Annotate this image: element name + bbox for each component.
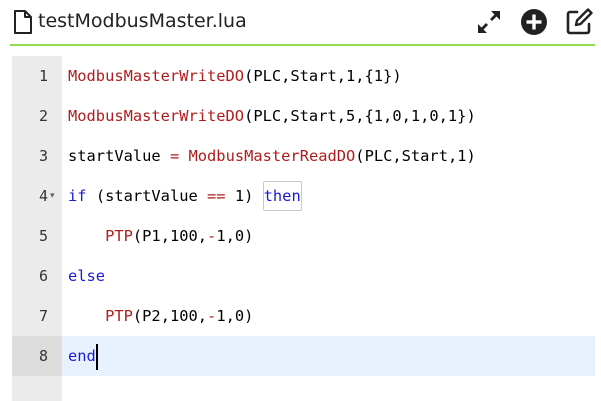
code-line[interactable]: 5 PTP(P1,100,-1,0) bbox=[12, 216, 595, 256]
code-text: if (startValue == 1) then bbox=[68, 176, 302, 216]
edit-icon bbox=[566, 8, 593, 35]
code-token: (PLC,Start,1) bbox=[355, 147, 476, 165]
code-token: - bbox=[207, 227, 217, 245]
code-text: end bbox=[68, 336, 96, 376]
code-token: ModbusMasterWriteDO bbox=[68, 107, 245, 125]
header-divider bbox=[10, 44, 595, 46]
code-text: startValue = ModbusMasterReadDO(PLC,Star… bbox=[68, 136, 476, 176]
editor-header: testModbusMaster.lua bbox=[0, 0, 601, 44]
expand-icon bbox=[478, 11, 500, 33]
code-text: ModbusMasterWriteDO(PLC,Start,5,{1,0,1,0… bbox=[68, 96, 476, 136]
file-icon bbox=[14, 10, 32, 34]
code-token: ModbusMasterReadDO bbox=[188, 147, 356, 165]
code-token: (PLC,Start,5,{1,0,1,0,1}) bbox=[244, 107, 476, 125]
code-token: else bbox=[68, 267, 106, 285]
code-token: == bbox=[207, 187, 226, 205]
code-line[interactable]: 2 ModbusMasterWriteDO(PLC,Start,5,{1,0,1,… bbox=[12, 96, 595, 136]
line-number: 2 bbox=[38, 107, 48, 125]
code-token: PTP bbox=[105, 227, 133, 245]
code-line[interactable]: 8 end bbox=[12, 336, 595, 376]
line-number: 5 bbox=[38, 227, 48, 245]
line-number: 1 bbox=[38, 67, 48, 85]
code-token: - bbox=[207, 307, 217, 325]
line-number: 7 bbox=[38, 307, 48, 325]
plus-circle-icon bbox=[521, 9, 547, 35]
code-token: 1,0) bbox=[216, 227, 254, 245]
code-token: (startValue bbox=[86, 187, 208, 205]
code-token: (PLC,Start,1,{1}) bbox=[244, 67, 402, 85]
code-text: PTP(P2,100,-1,0) bbox=[68, 296, 253, 336]
line-number: 8 bbox=[38, 347, 48, 365]
file-name: testModbusMaster.lua bbox=[38, 10, 247, 32]
code-token: startValue bbox=[68, 147, 170, 165]
code-token: PTP bbox=[105, 307, 133, 325]
code-token: 1,0) bbox=[216, 307, 254, 325]
fold-toggle-icon[interactable]: ▾ bbox=[50, 176, 60, 216]
line-number: 6 bbox=[38, 267, 48, 285]
code-token: ModbusMasterWriteDO bbox=[68, 67, 245, 85]
line-number: 4 bbox=[38, 187, 48, 205]
code-text: PTP(P1,100,-1,0) bbox=[68, 216, 253, 256]
code-line[interactable]: 7 PTP(P2,100,-1,0) bbox=[12, 296, 595, 336]
code-token: (P1,100, bbox=[132, 227, 208, 245]
code-token: 1) bbox=[225, 187, 263, 205]
code-line[interactable]: 4 ▾ if (startValue == 1) then bbox=[12, 176, 595, 216]
matched-keyword: then bbox=[262, 181, 302, 211]
code-line[interactable]: 3 startValue = ModbusMasterReadDO(PLC,Sta… bbox=[12, 136, 595, 176]
line-number: 3 bbox=[38, 147, 48, 165]
code-editor[interactable]: 1 ModbusMasterWriteDO(PLC,Start,1,{1}) 2 Mo… bbox=[12, 56, 595, 401]
add-button[interactable] bbox=[517, 6, 551, 38]
code-text: ModbusMasterWriteDO(PLC,Start,1,{1}) bbox=[68, 56, 402, 96]
edit-button[interactable] bbox=[562, 6, 596, 38]
text-cursor bbox=[95, 344, 98, 370]
code-text: else bbox=[68, 256, 105, 296]
code-line[interactable]: 1 ModbusMasterWriteDO(PLC,Start,1,{1}) bbox=[12, 56, 595, 96]
code-token: end bbox=[68, 347, 96, 365]
code-token: if bbox=[68, 187, 87, 205]
expand-button[interactable] bbox=[472, 6, 506, 38]
code-token: = bbox=[169, 147, 180, 165]
code-token: (P2,100, bbox=[132, 307, 208, 325]
code-line[interactable]: 6 else bbox=[12, 256, 595, 296]
